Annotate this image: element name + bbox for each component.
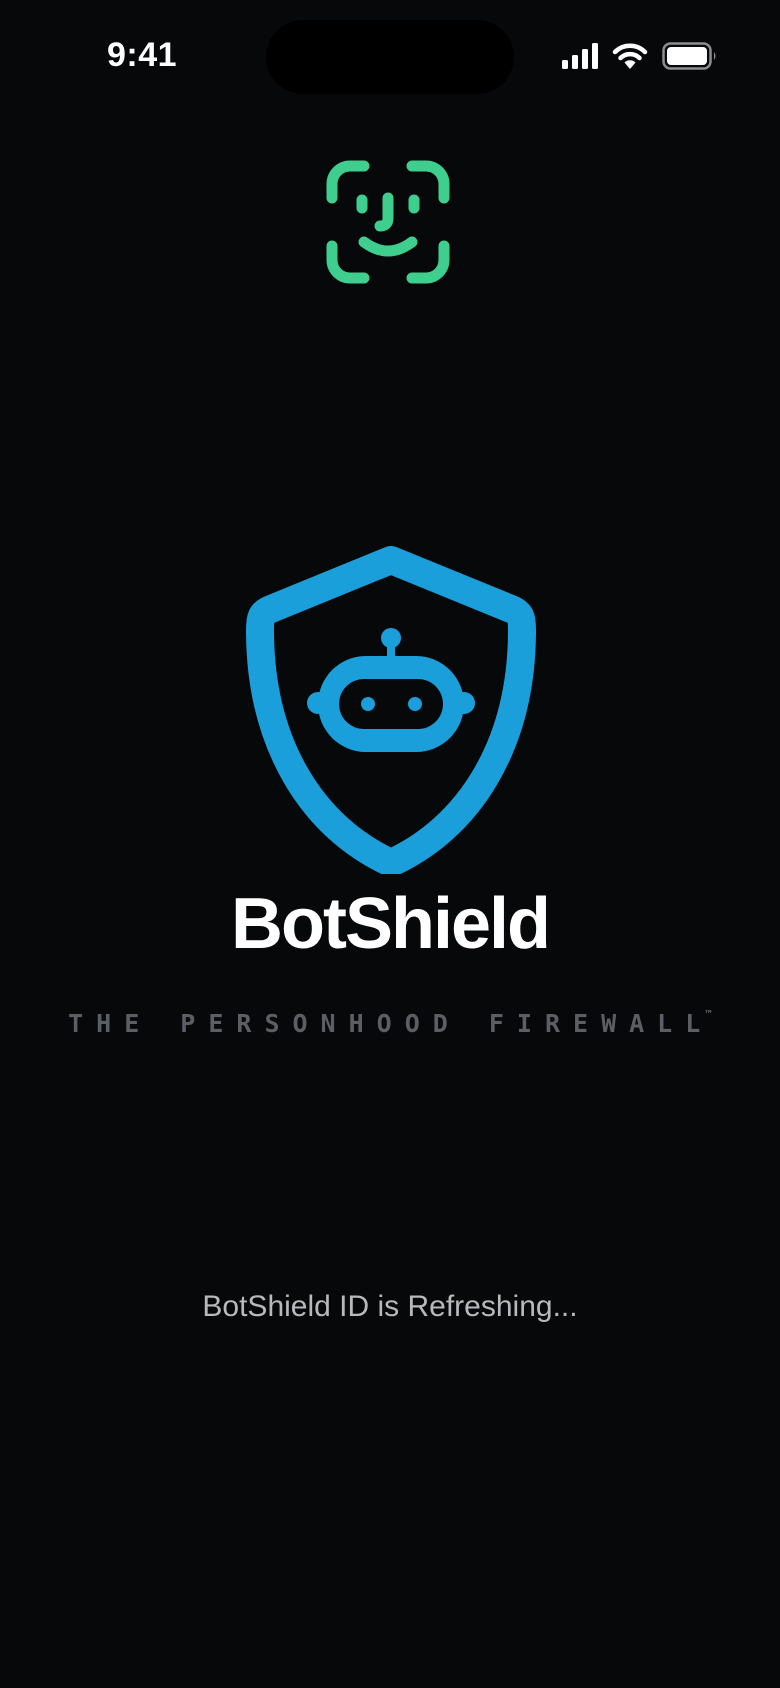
wifi-icon [612,43,648,69]
dynamic-island [266,20,514,94]
refresh-status-message: BotShield ID is Refreshing... [202,1290,578,1323]
battery-icon [662,42,716,70]
status-time: 9:41 [107,36,178,74]
status-bar: 9:41 [0,0,780,120]
shield-robot-icon [240,546,542,877]
tagline: THE PERSONHOOD FIREWALL™ [0,1008,780,1038]
brand-title: BotShield [231,884,551,964]
trademark-symbol: ™ [705,1008,712,1021]
face-id-icon [326,160,450,284]
status-icons [562,42,718,70]
tagline-text: THE PERSONHOOD FIREWALL [68,1009,714,1038]
cellular-signal-icon [562,43,598,69]
